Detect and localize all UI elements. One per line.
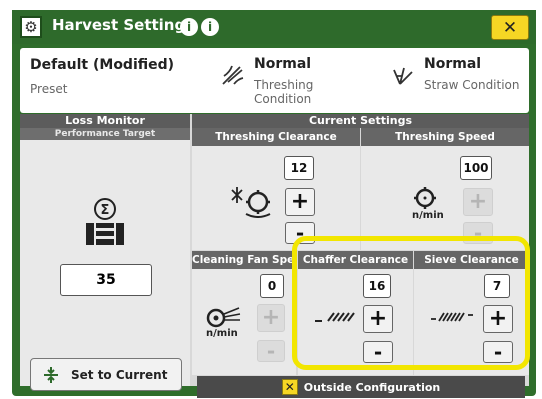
dot-info-icon[interactable]: i [201, 18, 219, 36]
sieve-clearance-decrease-button[interactable]: - [483, 341, 513, 363]
preset-name: Default (Modified) [30, 57, 175, 73]
title-bar: ⚙ Harvest Settings i i ✕ [12, 10, 536, 44]
svg-text:Σ: Σ [101, 203, 110, 218]
set-target-icon [44, 366, 58, 383]
threshing-clearance-value: 12 [284, 156, 314, 180]
threshing-clearance-increase-button[interactable]: + [285, 188, 315, 216]
straw-condition-label: Straw Condition [424, 78, 520, 92]
gear-icon: ⚙ [20, 16, 42, 38]
current-settings-header: Current Settings [192, 114, 529, 128]
chaffer-clearance-icon [315, 312, 355, 322]
threshing-clearance-decrease-button[interactable]: - [285, 222, 315, 244]
loss-monitor-icon: Σ [86, 198, 124, 245]
preset-bar: Default (Modified) Preset Normal Threshi… [20, 48, 529, 113]
chaffer-clearance-header: Chaffer Clearance [298, 251, 413, 269]
outside-configuration-indicator[interactable]: ✕ Outside Configuration [197, 376, 525, 398]
threshing-clearance-header: Threshing Clearance [192, 128, 360, 146]
threshing-speed-increase-button[interactable]: + [463, 188, 493, 216]
sieve-clearance-icon [431, 312, 473, 322]
outside-configuration-icon: ✕ [281, 379, 298, 395]
threshing-condition-icon [222, 65, 244, 85]
straw-condition-selector[interactable]: Normal Straw Condition [380, 48, 529, 113]
sieve-clearance-header: Sieve Clearance [414, 251, 529, 269]
preset-label: Preset [30, 82, 68, 96]
cleaning-fan-speed-value: 0 [260, 274, 284, 298]
cleaning-fan-speed-decrease-button[interactable]: - [257, 340, 285, 362]
performance-target-input[interactable]: 35 [60, 264, 152, 296]
threshing-speed-decrease-button[interactable]: - [463, 222, 493, 244]
straw-condition-value: Normal [424, 56, 482, 72]
chaffer-clearance-decrease-button[interactable]: - [363, 341, 393, 363]
info-icon[interactable]: i [180, 18, 198, 36]
sieve-clearance-value: 7 [484, 274, 510, 298]
cleaning-fan-speed-header: Cleaning Fan Speed [192, 251, 296, 269]
threshing-condition-selector[interactable]: Normal Threshing Condition [210, 48, 370, 113]
loss-monitor-cell [20, 140, 190, 386]
chaffer-clearance-increase-button[interactable]: + [363, 305, 393, 333]
threshing-condition-value: Normal [254, 56, 312, 72]
sieve-clearance-increase-button[interactable]: + [483, 305, 513, 333]
close-button[interactable]: ✕ [491, 15, 529, 40]
cleaning-fan-speed-unit: n/min [206, 328, 238, 339]
set-to-current-button[interactable]: Set to Current [30, 358, 182, 391]
outside-configuration-label: Outside Configuration [303, 380, 441, 394]
settings-panel: Loss Monitor Performance Target Σ 35 Set… [20, 114, 529, 398]
threshing-speed-unit: n/min [412, 210, 444, 221]
threshing-clearance-cell [192, 146, 360, 250]
threshing-speed-value: 100 [460, 156, 492, 180]
set-to-current-label: Set to Current [71, 367, 168, 382]
close-icon: ✕ [502, 17, 518, 38]
straw-condition-icon [393, 67, 413, 85]
threshing-clearance-icon [231, 187, 271, 218]
threshing-condition-label: Threshing Condition [254, 78, 314, 106]
chaffer-clearance-value: 16 [363, 274, 391, 298]
loss-monitor-header: Loss Monitor [20, 114, 190, 128]
preset-selector[interactable]: Default (Modified) Preset [20, 48, 200, 113]
performance-target-label: Performance Target [20, 128, 190, 140]
threshing-speed-cell [361, 146, 529, 250]
threshing-speed-icon [414, 187, 436, 209]
dialog-title: Harvest Settings [52, 16, 195, 34]
cleaning-fan-icon [206, 307, 241, 328]
threshing-speed-header: Threshing Speed [361, 128, 529, 146]
dialog-frame: ⚙ Harvest Settings i i ✕ Default (Modifi… [12, 10, 536, 398]
cleaning-fan-speed-increase-button[interactable]: + [257, 304, 285, 332]
